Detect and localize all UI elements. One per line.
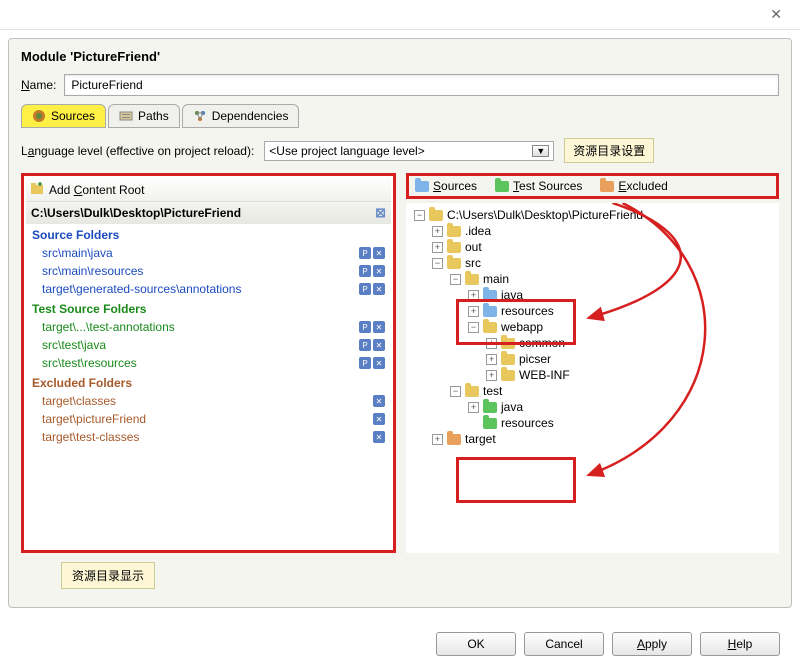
language-level-label: Language level (effective on project rel… [21,144,254,158]
remove-icon[interactable]: ✕ [373,413,385,425]
folder-icon [447,242,461,253]
apply-button[interactable]: Apply [612,632,692,656]
add-content-root-button[interactable]: Add Content Root [26,178,391,202]
titlebar: ✕ [0,0,800,30]
edit-icon[interactable]: P [359,321,371,333]
cancel-button[interactable]: Cancel [524,632,604,656]
dialog-buttons: OK Cancel Apply Help [436,632,780,656]
tab-dependencies[interactable]: Dependencies [182,104,300,128]
callout-resource-settings: 资源目录设置 [564,138,654,163]
edit-icon[interactable]: P [359,357,371,369]
module-panel: Module 'PictureFriend' Name: Sources Pat… [8,38,792,608]
tree-toggle[interactable]: + [432,434,443,445]
edit-icon[interactable]: P [359,265,371,277]
folder-green-icon [483,402,497,413]
annotation-box [456,457,576,503]
name-label: Name: [21,78,56,92]
edit-icon[interactable]: P [359,339,371,351]
remove-icon[interactable]: ✕ [373,265,385,277]
tree-toggle[interactable]: − [450,386,461,397]
folder-icon [447,258,461,269]
name-input[interactable] [64,74,779,96]
source-folders-header: Source Folders [26,224,391,244]
folder-icon [447,226,461,237]
dropdown-arrow-icon: ▼ [532,145,549,157]
sources-icon [32,109,46,123]
test-folders-header: Test Source Folders [26,298,391,318]
remove-icon[interactable]: ✕ [373,431,385,443]
tab-paths[interactable]: Paths [108,104,180,128]
source-folder-row[interactable]: src\main\resourcesP✕ [26,262,391,280]
content-roots-panel: Add Content Root C:\Users\Dulk\Desktop\P… [21,173,396,553]
tree-toggle[interactable]: − [414,210,425,221]
module-title: Module 'PictureFriend' [21,49,779,64]
mark-as-legend: Sources Test Sources Excluded [406,173,779,199]
callout-resource-display: 资源目录显示 [61,562,155,589]
tree-toggle[interactable]: + [468,402,479,413]
mark-test-sources-button[interactable]: Test Sources [495,179,582,193]
test-folder-row[interactable]: target\...\test-annotationsP✕ [26,318,391,336]
tree-toggle[interactable]: + [432,226,443,237]
remove-icon[interactable]: ✕ [373,395,385,407]
tree-toggle[interactable]: + [486,354,497,365]
tree-toggle[interactable]: − [432,258,443,269]
remove-icon[interactable]: ✕ [373,339,385,351]
dependencies-icon [193,109,207,123]
folder-blue-icon [415,181,429,192]
folder-icon [501,354,515,365]
excluded-folders-header: Excluded Folders [26,372,391,392]
annotation-box [456,299,576,345]
add-icon [30,181,44,198]
folder-tree[interactable]: −C:\Users\Dulk\Desktop\PictureFriend +.i… [406,203,779,553]
test-folder-row[interactable]: src\test\javaP✕ [26,336,391,354]
edit-icon[interactable]: P [359,247,371,259]
remove-icon[interactable]: ✕ [373,357,385,369]
folder-orange-icon [600,181,614,192]
tab-sources[interactable]: Sources [21,104,106,128]
test-folder-row[interactable]: src\test\resourcesP✕ [26,354,391,372]
remove-icon[interactable]: ✕ [373,247,385,259]
folder-green-icon [495,181,509,192]
excluded-folder-row[interactable]: target\classes✕ [26,392,391,410]
folder-green-icon [483,418,497,429]
mark-excluded-button[interactable]: Excluded [600,179,667,193]
tree-toggle[interactable]: + [486,370,497,381]
folder-icon [465,386,479,397]
paths-icon [119,109,133,123]
excluded-folder-row[interactable]: target\test-classes✕ [26,428,391,446]
remove-icon[interactable]: ✕ [373,321,385,333]
language-level-select[interactable]: <Use project language level> ▼ [264,141,554,161]
folder-icon [429,210,443,221]
tree-toggle[interactable]: + [432,242,443,253]
tree-toggle[interactable]: − [450,274,461,285]
source-folder-row[interactable]: src\main\javaP✕ [26,244,391,262]
folder-icon [501,370,515,381]
ok-button[interactable]: OK [436,632,516,656]
excluded-folder-row[interactable]: target\pictureFriend✕ [26,410,391,428]
edit-icon[interactable]: P [359,283,371,295]
close-icon[interactable]: ✕ [762,2,790,27]
help-button[interactable]: Help [700,632,780,656]
source-folder-row[interactable]: target\generated-sources\annotationsP✕ [26,280,391,298]
content-root-path[interactable]: C:\Users\Dulk\Desktop\PictureFriend ⊠ [26,202,391,224]
remove-icon[interactable]: ✕ [373,283,385,295]
remove-root-icon[interactable]: ⊠ [375,205,386,221]
folder-orange-icon [447,434,461,445]
folder-icon [465,274,479,285]
mark-sources-button[interactable]: Sources [415,179,477,193]
